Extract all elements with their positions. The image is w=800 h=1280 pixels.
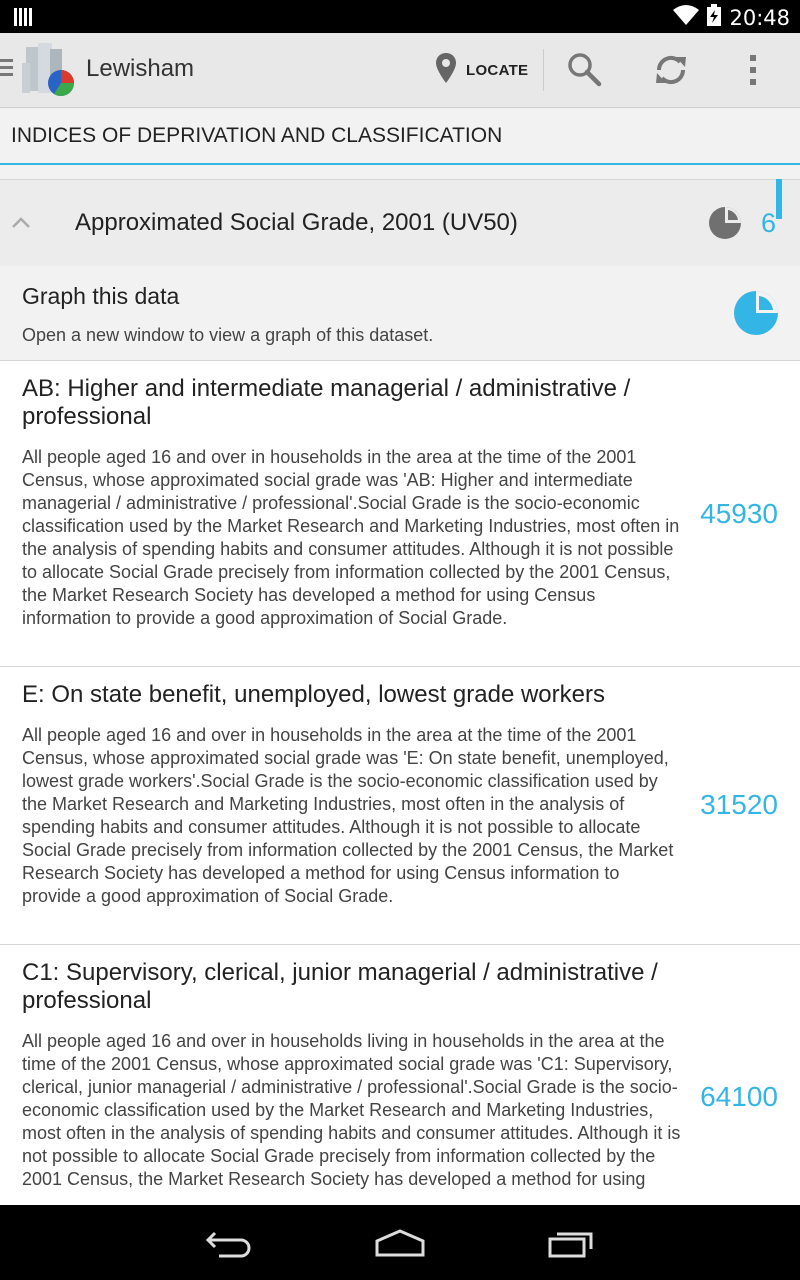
pie-chart-icon xyxy=(708,206,742,245)
recent-apps-icon[interactable] xyxy=(547,1227,595,1264)
content-list[interactable]: Approximated Social Grade, 2001 (UV50) 6… xyxy=(0,165,800,1205)
list-item[interactable]: AB: Higher and intermediate managerial /… xyxy=(0,361,800,667)
search-icon[interactable] xyxy=(566,51,602,92)
locate-label: LOCATE xyxy=(466,61,529,79)
chevron-up-icon[interactable] xyxy=(12,216,30,234)
list-item[interactable]: E: On state benefit, unemployed, lowest … xyxy=(0,667,800,945)
action-divider xyxy=(543,49,544,91)
item-value: 64100 xyxy=(700,1081,778,1112)
action-bar: Lewisham LOCATE xyxy=(0,33,800,108)
status-time: 20:48 xyxy=(729,5,790,30)
battery-charging-icon xyxy=(707,4,722,31)
drawer-icon[interactable] xyxy=(0,59,13,80)
locate-button[interactable]: LOCATE xyxy=(436,45,528,95)
group-header-row[interactable]: Approximated Social Grade, 2001 (UV50) 6 xyxy=(0,179,800,267)
item-description: All people aged 16 and over in household… xyxy=(22,447,680,628)
location-pin-icon xyxy=(436,53,456,87)
app-logo-icon[interactable] xyxy=(18,43,78,97)
item-name: E: On state benefit, unemployed, lowest … xyxy=(22,681,605,708)
page-title: Lewisham xyxy=(86,55,195,82)
status-bar: 20:48 xyxy=(0,0,800,33)
item-name: C1: Supervisory, clerical, junior manage… xyxy=(22,959,658,1014)
pie-chart-icon[interactable] xyxy=(733,290,779,341)
item-description: All people aged 16 and over in household… xyxy=(22,725,674,906)
graph-title: Graph this data xyxy=(22,283,180,309)
item-value: 31520 xyxy=(700,789,778,820)
home-icon[interactable] xyxy=(374,1227,426,1264)
notification-bars-icon xyxy=(14,8,32,31)
item-name: AB: Higher and intermediate managerial /… xyxy=(22,375,631,430)
list-item[interactable]: C1: Supervisory, clerical, junior manage… xyxy=(0,945,800,1205)
item-description: All people aged 16 and over in household… xyxy=(22,1031,681,1189)
scrollbar[interactable] xyxy=(776,179,782,219)
group-count: 6 xyxy=(761,208,777,238)
wifi-icon xyxy=(673,4,700,31)
back-icon[interactable] xyxy=(205,1227,253,1264)
section-title: INDICES OF DEPRIVATION AND CLASSIFICATIO… xyxy=(11,124,503,147)
group-title: Approximated Social Grade, 2001 (UV50) xyxy=(75,209,518,236)
navigation-bar xyxy=(0,1205,800,1280)
graph-this-data-row[interactable]: Graph this data Open a new window to vie… xyxy=(0,266,800,361)
refresh-icon[interactable] xyxy=(652,51,690,94)
item-value: 45930 xyxy=(700,498,778,529)
graph-subtitle: Open a new window to view a graph of thi… xyxy=(22,325,434,345)
section-header: INDICES OF DEPRIVATION AND CLASSIFICATIO… xyxy=(0,108,800,165)
overflow-menu-icon[interactable] xyxy=(748,53,758,92)
